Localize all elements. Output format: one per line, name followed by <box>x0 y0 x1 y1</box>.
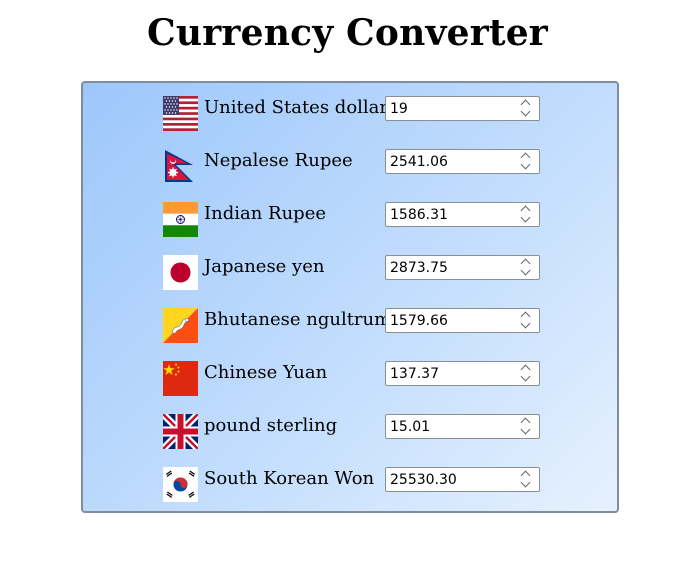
currency-row-usd: United States dollar <box>83 96 617 132</box>
amount-input-inr[interactable] <box>385 202 540 227</box>
page-title: Currency Converter <box>147 12 548 54</box>
amount-stepper-usd[interactable] <box>518 99 532 118</box>
currency-row-jpy: Japanese yen <box>83 255 617 291</box>
amount-stepper-krw[interactable] <box>518 470 532 489</box>
uk-flag-icon <box>163 414 198 449</box>
currency-name-krw: South Korean Won <box>204 468 375 489</box>
bhutan-flag-icon <box>163 308 198 343</box>
india-flag-icon <box>163 202 198 237</box>
china-flag-icon <box>163 361 198 396</box>
amount-input-btn[interactable] <box>385 308 540 333</box>
amount-stepper-jpy[interactable] <box>518 258 532 277</box>
amount-stepper-btn[interactable] <box>518 311 532 330</box>
amount-input-cny[interactable] <box>385 361 540 386</box>
amount-input-krw[interactable] <box>385 467 540 492</box>
japan-flag-icon <box>163 255 198 290</box>
amount-stepper-npr[interactable] <box>518 152 532 171</box>
currency-row-gbp: pound sterling <box>83 414 617 450</box>
currency-name-npr: Nepalese Rupee <box>204 150 353 171</box>
currency-name-inr: Indian Rupee <box>204 203 327 224</box>
chevron-down-icon[interactable] <box>520 371 530 382</box>
currency-name-btn: Bhutanese ngultrum <box>204 309 392 330</box>
chevron-down-icon[interactable] <box>520 477 530 488</box>
amount-input-gbp[interactable] <box>385 414 540 439</box>
nepal-flag-icon <box>163 149 198 184</box>
currency-name-gbp: pound sterling <box>204 415 338 436</box>
chevron-down-icon[interactable] <box>520 424 530 435</box>
chevron-down-icon[interactable] <box>520 318 530 329</box>
chevron-down-icon[interactable] <box>520 159 530 170</box>
amount-stepper-inr[interactable] <box>518 205 532 224</box>
currency-row-inr: Indian Rupee <box>83 202 617 238</box>
chevron-down-icon[interactable] <box>520 106 530 117</box>
currency-name-cny: Chinese Yuan <box>204 362 328 383</box>
chevron-down-icon[interactable] <box>520 212 530 223</box>
amount-input-usd[interactable] <box>385 96 540 121</box>
currency-row-krw: South Korean Won <box>83 467 617 503</box>
currency-row-btn: Bhutanese ngultrum <box>83 308 617 344</box>
amount-input-npr[interactable] <box>385 149 540 174</box>
converter-panel: United States dollar Nepalese Rupee <box>81 81 619 513</box>
currency-name-jpy: Japanese yen <box>204 256 325 277</box>
us-flag-icon <box>163 96 198 131</box>
currency-row-cny: Chinese Yuan <box>83 361 617 397</box>
amount-stepper-gbp[interactable] <box>518 417 532 436</box>
amount-stepper-cny[interactable] <box>518 364 532 383</box>
chevron-down-icon[interactable] <box>520 265 530 276</box>
amount-input-jpy[interactable] <box>385 255 540 280</box>
south-korea-flag-icon <box>163 467 198 502</box>
currency-name-usd: United States dollar <box>204 97 388 118</box>
currency-row-npr: Nepalese Rupee <box>83 149 617 185</box>
